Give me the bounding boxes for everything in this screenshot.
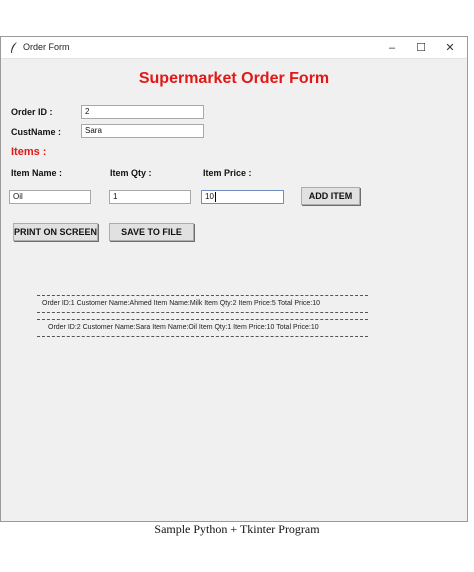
order-id-label: Order ID : <box>11 107 53 117</box>
records-list: Order ID:1 Customer Name:Ahmed Item Name… <box>37 295 368 337</box>
form-title-text: Supermarket Order Form <box>138 70 330 87</box>
item-qty-field[interactable]: 1 <box>109 190 191 204</box>
maximize-button[interactable]: ☐ <box>407 37 435 58</box>
record-row: Order ID:1 Customer Name:Ahmed Item Name… <box>42 300 321 307</box>
app-window: Order Form – ☐ ✕ Supermarket Order Form … <box>0 36 468 522</box>
item-price-field[interactable]: 10 <box>201 190 284 204</box>
divider <box>37 312 368 313</box>
custname-field[interactable]: Sara <box>81 124 204 138</box>
form-title: Supermarket Order Form <box>1 70 467 88</box>
order-id-field[interactable]: 2 <box>81 105 204 119</box>
image-caption: Sample Python + Tkinter Program <box>154 522 320 536</box>
title-bar: Order Form – ☐ ✕ <box>1 37 467 59</box>
record-row: Order ID:2 Customer Name:Sara Item Name:… <box>48 324 319 331</box>
item-price-value: 10 <box>205 192 214 201</box>
divider <box>37 336 368 337</box>
item-qty-label: Item Qty : <box>110 168 152 178</box>
save-to-file-button[interactable]: SAVE TO FILE <box>109 223 194 241</box>
add-item-button[interactable]: ADD ITEM <box>301 187 360 205</box>
items-heading: Items : <box>11 146 47 158</box>
print-on-screen-button[interactable]: PRINT ON SCREEN <box>13 223 98 241</box>
minimize-button[interactable]: – <box>378 37 406 58</box>
item-name-field[interactable]: Oil <box>9 190 91 204</box>
feather-icon <box>11 42 17 53</box>
item-name-label: Item Name : <box>11 168 63 178</box>
item-price-label: Item Price : <box>203 168 252 178</box>
text-cursor <box>214 191 216 202</box>
custname-label: CustName : <box>11 127 62 137</box>
window-title: Order Form <box>23 42 70 52</box>
close-button[interactable]: ✕ <box>436 37 464 58</box>
